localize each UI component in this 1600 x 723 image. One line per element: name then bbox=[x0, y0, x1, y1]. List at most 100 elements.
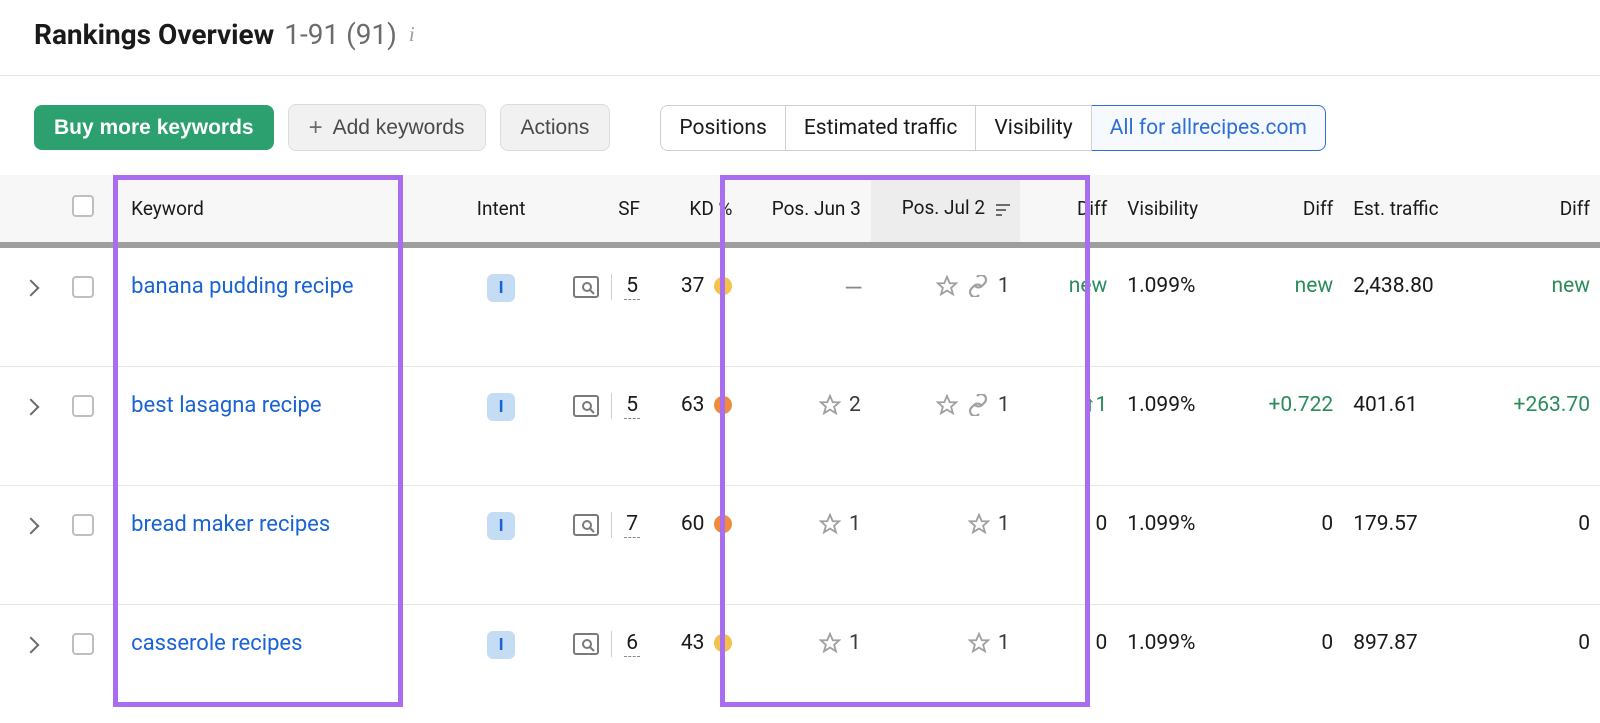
kd-difficulty-dot bbox=[714, 515, 732, 533]
serp-features-icon[interactable] bbox=[573, 395, 599, 417]
add-keywords-button[interactable]: + Add keywords bbox=[288, 104, 486, 151]
star-icon bbox=[819, 513, 841, 535]
page-header: Rankings Overview 1-91 (91) i bbox=[0, 0, 1600, 76]
tab-visibility[interactable]: Visibility bbox=[976, 105, 1091, 151]
tab-positions[interactable]: Positions bbox=[660, 105, 785, 151]
expand-icon[interactable] bbox=[22, 399, 39, 416]
diff-1-value: ↑1 bbox=[1085, 393, 1107, 417]
table-row: bread maker recipes I 7 60 1 1 0 bbox=[0, 486, 1600, 605]
row-checkbox[interactable] bbox=[72, 276, 94, 298]
visibility-value: 1.099% bbox=[1127, 274, 1195, 298]
kd-value: 43 bbox=[681, 631, 705, 655]
row-checkbox[interactable] bbox=[72, 514, 94, 536]
traffic-value: 897.87 bbox=[1353, 631, 1418, 655]
serp-features-icon[interactable] bbox=[573, 514, 599, 536]
sf-count[interactable]: 7 bbox=[624, 512, 640, 538]
col-checkbox bbox=[62, 175, 122, 245]
serp-features-icon[interactable] bbox=[573, 276, 599, 298]
intent-badge[interactable]: I bbox=[487, 631, 515, 659]
col-pos-jul2[interactable]: Pos. Jul 2 bbox=[871, 175, 1020, 245]
serp-features-icon[interactable] bbox=[573, 633, 599, 655]
col-sf[interactable]: SF bbox=[547, 175, 650, 245]
position-value: 1 bbox=[998, 631, 1010, 655]
sf-count[interactable]: 5 bbox=[624, 274, 640, 300]
tab-domain-filter[interactable]: All for allrecipes.com bbox=[1092, 105, 1326, 151]
col-diff-1[interactable]: Diff bbox=[1020, 175, 1118, 245]
col-diff-2[interactable]: Diff bbox=[1241, 175, 1344, 245]
keyword-link[interactable]: casserole recipes bbox=[131, 631, 302, 656]
page-count: 1-91 (91) bbox=[284, 18, 397, 51]
keyword-link[interactable]: banana pudding recipe bbox=[131, 274, 353, 299]
star-icon bbox=[968, 632, 990, 654]
expand-icon[interactable] bbox=[22, 637, 39, 654]
diff-3-value: 0 bbox=[1578, 631, 1590, 655]
position-value: 1 bbox=[849, 512, 861, 536]
col-keyword[interactable]: Keyword bbox=[121, 175, 455, 245]
diff-3-value: new bbox=[1551, 274, 1590, 298]
position-value: 1 bbox=[998, 512, 1010, 536]
buy-keywords-button[interactable]: Buy more keywords bbox=[34, 105, 274, 150]
expand-icon[interactable] bbox=[22, 518, 39, 535]
visibility-value: 1.099% bbox=[1127, 512, 1195, 536]
row-checkbox[interactable] bbox=[72, 633, 94, 655]
link-icon bbox=[966, 275, 990, 297]
col-intent[interactable]: Intent bbox=[455, 175, 547, 245]
table-header-row: Keyword Intent SF KD % Pos. Jun 3 Pos. J… bbox=[0, 175, 1600, 245]
kd-difficulty-dot bbox=[714, 277, 732, 295]
table-row: best lasagna recipe I 5 63 2 1 ↑1 bbox=[0, 367, 1600, 486]
pos-jul2-cell: 1 bbox=[881, 631, 1010, 655]
actions-button[interactable]: Actions bbox=[500, 104, 611, 151]
position-value: 2 bbox=[849, 393, 861, 417]
col-diff-3[interactable]: Diff bbox=[1487, 175, 1600, 245]
link-icon bbox=[966, 394, 990, 416]
row-checkbox[interactable] bbox=[72, 395, 94, 417]
keyword-link[interactable]: bread maker recipes bbox=[131, 512, 330, 537]
col-kd[interactable]: KD % bbox=[650, 175, 742, 245]
visibility-value: 1.099% bbox=[1127, 393, 1195, 417]
pos-jun3-cell: — bbox=[752, 274, 860, 302]
traffic-value: 2,438.80 bbox=[1353, 274, 1433, 298]
kd-cell: 63 bbox=[660, 393, 732, 417]
expand-icon[interactable] bbox=[22, 280, 39, 297]
star-icon bbox=[936, 394, 958, 416]
keyword-link[interactable]: best lasagna recipe bbox=[131, 393, 321, 418]
pos-jul2-cell: 1 bbox=[881, 393, 1010, 417]
sf-cell: 5 bbox=[557, 274, 640, 300]
intent-badge[interactable]: I bbox=[487, 393, 515, 421]
sort-icon bbox=[996, 198, 1010, 221]
sf-cell: 6 bbox=[557, 631, 640, 657]
diff-2-value: new bbox=[1295, 274, 1334, 298]
intent-badge[interactable]: I bbox=[487, 274, 515, 302]
traffic-value: 401.61 bbox=[1353, 393, 1418, 417]
pos-jun3-cell: 1 bbox=[752, 512, 860, 536]
add-keywords-label: Add keywords bbox=[333, 115, 465, 140]
pos-jul2-cell: 1 bbox=[881, 512, 1010, 536]
tab-estimated-traffic[interactable]: Estimated traffic bbox=[786, 105, 977, 151]
diff-2-value: 0 bbox=[1321, 512, 1333, 536]
table-row: casserole recipes I 6 43 1 1 0 1 bbox=[0, 605, 1600, 723]
kd-cell: 37 bbox=[660, 274, 732, 298]
diff-1-value: new bbox=[1069, 274, 1108, 298]
info-icon[interactable]: i bbox=[409, 22, 415, 47]
star-icon bbox=[819, 394, 841, 416]
star-icon bbox=[936, 275, 958, 297]
divider bbox=[611, 512, 612, 538]
sf-count[interactable]: 6 bbox=[624, 631, 640, 657]
col-pos-jun3[interactable]: Pos. Jun 3 bbox=[742, 175, 870, 245]
sf-count[interactable]: 5 bbox=[624, 393, 640, 419]
rankings-table-wrap: Keyword Intent SF KD % Pos. Jun 3 Pos. J… bbox=[0, 175, 1600, 723]
position-value: 1 bbox=[849, 631, 861, 655]
col-visibility[interactable]: Visibility bbox=[1117, 175, 1240, 245]
divider bbox=[611, 631, 612, 657]
select-all-checkbox[interactable] bbox=[72, 195, 94, 217]
diff-1-value: 0 bbox=[1095, 631, 1107, 655]
kd-value: 37 bbox=[681, 274, 705, 298]
intent-badge[interactable]: I bbox=[487, 512, 515, 540]
col-traffic[interactable]: Est. traffic bbox=[1343, 175, 1487, 245]
pos-jun3-cell: 1 bbox=[752, 631, 860, 655]
page-title: Rankings Overview bbox=[34, 18, 274, 51]
kd-value: 63 bbox=[681, 393, 705, 417]
visibility-value: 1.099% bbox=[1127, 631, 1195, 655]
kd-cell: 43 bbox=[660, 631, 732, 655]
rankings-table: Keyword Intent SF KD % Pos. Jun 3 Pos. J… bbox=[0, 175, 1600, 723]
